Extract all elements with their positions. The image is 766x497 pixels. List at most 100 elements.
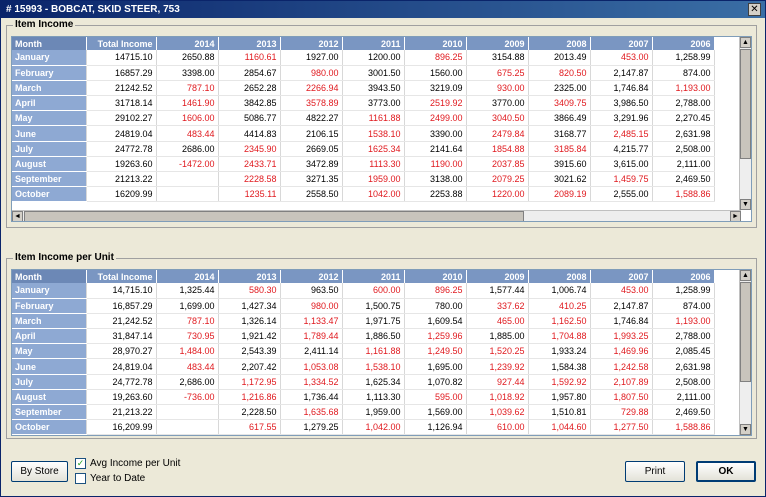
table-row[interactable]: June 24,819.04 483.44 2,207.42 1,053.08 1,538… — [12, 358, 715, 375]
value-cell: 1,592.92 — [528, 374, 591, 390]
item-income-label: Item Income — [13, 19, 76, 30]
column-header[interactable]: 2007 — [590, 270, 653, 283]
value-cell: 483.44 — [156, 358, 219, 375]
value-cell: 1,325.44 — [156, 283, 219, 299]
value-cell: 1,070.82 — [404, 374, 467, 390]
table-row[interactable]: March 21242.52 787.10 2652.28 2266.94 3943.50… — [12, 80, 715, 97]
by-store-button[interactable]: By Store — [11, 461, 68, 482]
column-header[interactable]: 2013 — [218, 37, 281, 50]
column-header[interactable]: 2012 — [280, 37, 343, 50]
item-income-per-unit-grid[interactable]: Month Total Income 2014 2013 2012 2011 2010 200… — [11, 269, 752, 436]
value-cell: 2,111.00 — [652, 389, 715, 406]
value-cell: 1,885.00 — [466, 328, 529, 345]
item-income-window: # 15993 - BOBCAT, SKID STEER, 753 ✕ Item… — [0, 0, 766, 497]
column-header[interactable]: 2008 — [528, 37, 591, 50]
table-row[interactable]: April 31,847.14 730.95 1,921.42 1,789.44 1,88… — [12, 328, 715, 345]
table-row[interactable]: September 21,213.22 2,228.50 1,635.68 1,959.… — [12, 404, 715, 421]
column-header[interactable]: Total Income — [86, 270, 157, 283]
item-income-hscroll[interactable]: ◄ ► — [12, 210, 741, 221]
value-cell: 1,746.84 — [590, 313, 653, 330]
value-cell: 1,006.74 — [528, 283, 591, 299]
table-row[interactable]: April 31718.14 1461.90 3842.85 3578.89 3773.0… — [12, 95, 715, 112]
scroll-left-arrow-icon[interactable]: ◄ — [12, 211, 23, 221]
column-header[interactable]: 2013 — [218, 270, 281, 283]
column-header[interactable]: 2008 — [528, 270, 591, 283]
value-cell: 2,411.14 — [280, 343, 343, 360]
value-cell: 2345.90 — [218, 141, 281, 157]
item-income-per-unit-label: Item Income per Unit — [13, 252, 116, 263]
item-income-grid[interactable]: Month Total Income 2014 2013 2012 2011 2010 200… — [11, 36, 752, 222]
item-income-per-unit-vscroll-thumb[interactable] — [740, 282, 751, 382]
month-cell: January — [12, 283, 87, 299]
table-row[interactable]: July 24772.78 2686.00 2345.90 2669.05 1625.34… — [12, 141, 715, 157]
item-income-vscroll-thumb[interactable] — [740, 49, 751, 159]
value-cell: 780.00 — [404, 298, 467, 314]
column-header[interactable]: 2009 — [466, 270, 529, 283]
value-cell: 3154.88 — [466, 50, 529, 66]
column-header[interactable]: 2007 — [590, 37, 653, 50]
table-row[interactable]: August 19263.60 -1472.00 2433.71 3472.89 1113… — [12, 156, 715, 173]
value-cell: 2669.05 — [280, 141, 343, 157]
column-header[interactable]: 2014 — [156, 37, 219, 50]
value-cell: 2433.71 — [218, 156, 281, 173]
close-icon[interactable]: ✕ — [748, 3, 761, 16]
value-cell: 3021.62 — [528, 171, 591, 188]
avg-income-per-unit-checkbox-row[interactable]: ✓ Avg Income per Unit — [75, 458, 180, 469]
table-row[interactable]: July 24,772.78 2,686.00 1,172.95 1,334.52 1,6… — [12, 374, 715, 390]
table-row[interactable]: October 16,209.99 617.55 1,279.25 1,042.00 1,… — [12, 419, 715, 435]
column-header[interactable]: 2006 — [652, 37, 715, 50]
avg-income-per-unit-checkbox[interactable]: ✓ — [75, 458, 86, 469]
scroll-right-arrow-icon[interactable]: ► — [730, 211, 741, 221]
value-cell: 2,788.00 — [652, 95, 715, 112]
window-titlebar[interactable]: # 15993 - BOBCAT, SKID STEER, 753 — [1, 1, 765, 18]
value-cell: 16857.29 — [86, 65, 157, 81]
table-row[interactable]: May 28,970.27 1,484.00 2,543.39 2,411.14 1,16… — [12, 343, 715, 360]
value-cell: 2558.50 — [280, 186, 343, 203]
value-cell: 927.44 — [466, 374, 529, 390]
column-header[interactable]: 2006 — [652, 270, 715, 283]
table-row[interactable]: May 29102.27 1606.00 5086.77 4822.27 1161.88 2… — [12, 110, 715, 127]
value-cell: 1,469.96 — [590, 343, 653, 360]
table-row[interactable]: March 21,242.52 787.10 1,326.14 1,133.47 1,97… — [12, 313, 715, 330]
value-cell: 1,635.68 — [280, 404, 343, 421]
value-cell: 1,277.50 — [590, 419, 653, 435]
column-header[interactable]: 2009 — [466, 37, 529, 50]
item-income-per-unit-table: Month Total Income 2014 2013 2012 2011 2010 200… — [12, 270, 715, 435]
column-header[interactable]: 2012 — [280, 270, 343, 283]
value-cell: 1,242.58 — [590, 358, 653, 375]
column-header[interactable]: 2010 — [404, 37, 467, 50]
scroll-up-arrow-icon[interactable]: ▲ — [740, 37, 751, 48]
value-cell: 2037.85 — [466, 156, 529, 173]
table-row[interactable]: January 14,715.10 1,325.44 580.30 963.50 600.… — [12, 283, 715, 299]
scroll-up-arrow-icon[interactable]: ▲ — [740, 270, 751, 281]
ok-button[interactable]: OK — [696, 461, 756, 482]
column-header[interactable]: 2010 — [404, 270, 467, 283]
value-cell: 21,242.52 — [86, 313, 157, 330]
table-row[interactable]: June 24819.04 483.44 4414.83 2106.15 1538.10 3… — [12, 125, 715, 142]
table-row[interactable]: August 19,263.60 -736.00 1,216.86 1,736.44 1,… — [12, 389, 715, 406]
table-row[interactable]: September 21213.22 2228.58 3271.35 1959.00 31… — [12, 171, 715, 188]
item-income-hscroll-thumb[interactable] — [24, 211, 524, 221]
value-cell: 2,107.89 — [590, 374, 653, 390]
print-button[interactable]: Print — [625, 461, 685, 482]
year-to-date-checkbox[interactable] — [75, 473, 86, 484]
value-cell: 1,216.86 — [218, 389, 281, 406]
column-header[interactable]: 2014 — [156, 270, 219, 283]
column-header[interactable]: Total Income — [86, 37, 157, 50]
month-cell: June — [12, 358, 87, 375]
year-to-date-checkbox-row[interactable]: Year to Date — [75, 473, 145, 484]
column-header[interactable]: Month — [12, 270, 87, 283]
table-row[interactable]: October 16209.99 1235.11 2558.50 1042.00 2253… — [12, 186, 715, 203]
table-row[interactable]: February 16857.29 3398.00 2854.67 980.00 3001… — [12, 65, 715, 81]
column-header[interactable]: 2011 — [342, 270, 405, 283]
value-cell: 1,039.62 — [466, 404, 529, 421]
column-header[interactable]: 2011 — [342, 37, 405, 50]
table-row[interactable]: February 16,857.29 1,699.00 1,427.34 980.00 1… — [12, 298, 715, 314]
column-header[interactable]: Month — [12, 37, 87, 50]
item-income-per-unit-vscroll[interactable]: ▲ ▼ — [739, 270, 751, 435]
scroll-down-arrow-icon[interactable]: ▼ — [740, 424, 751, 435]
value-cell: 21242.52 — [86, 80, 157, 97]
item-income-vscroll[interactable]: ▲ ▼ — [739, 37, 751, 210]
scroll-down-arrow-icon[interactable]: ▼ — [740, 199, 751, 210]
table-row[interactable]: January 14715.10 2650.88 1160.61 1927.00 1200… — [12, 50, 715, 66]
